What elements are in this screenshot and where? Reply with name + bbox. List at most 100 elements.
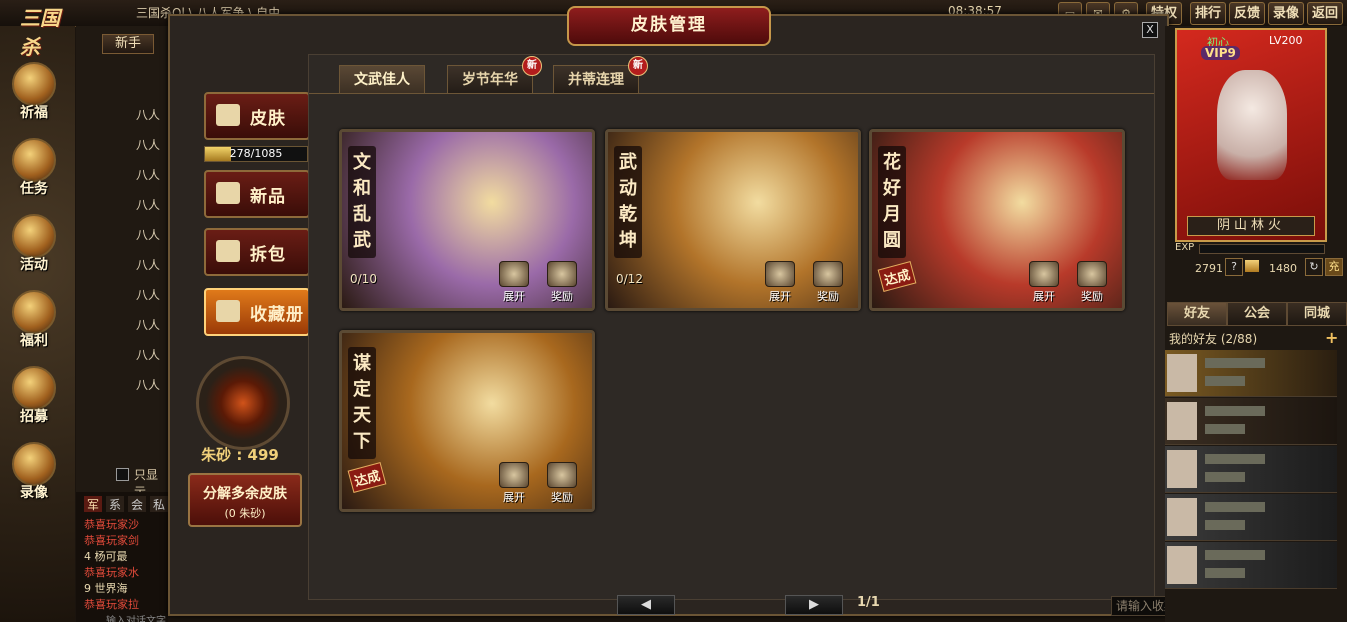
list-item[interactable]: 八人	[136, 376, 160, 393]
gem-icon	[196, 356, 290, 450]
list-item[interactable]: 八人	[136, 166, 160, 183]
list-item[interactable]: 八人	[136, 286, 160, 303]
feedback-button[interactable]: 反馈	[1229, 2, 1266, 25]
friend-item[interactable]	[1165, 350, 1337, 397]
collection-card[interactable]: 文和乱武 0/10 展开 奖励	[339, 129, 595, 311]
decompose-button[interactable]: 分解多余皮肤 (0 朱砂)	[188, 473, 302, 527]
decompose-label: 分解多余皮肤	[203, 486, 287, 502]
add-friend-button[interactable]: +	[1325, 328, 1338, 347]
reward-label: 奖励	[551, 290, 573, 303]
recruit-label: 招募	[20, 409, 48, 425]
menu-new-button[interactable]: 新品	[204, 170, 310, 218]
collection-content: 文武佳人 岁节年华新 并蒂连理新 文和乱武 0/10 展开 奖励 武动乾坤 0/…	[308, 54, 1269, 616]
refresh-icon[interactable]: ↻	[1305, 258, 1323, 276]
chat-line: 4 杨可最	[84, 550, 128, 563]
player-portrait: 初心 VIP9 LV200 阴山林火	[1175, 28, 1327, 242]
expand-label: 展开	[503, 491, 525, 504]
help-icon[interactable]: ?	[1225, 258, 1243, 276]
tab-local[interactable]: 同城	[1287, 302, 1347, 326]
friend-item[interactable]	[1165, 446, 1337, 493]
reward-icon	[547, 261, 577, 287]
ranking-button[interactable]: 排行	[1190, 2, 1227, 25]
pray-button[interactable]: 祈福	[6, 62, 62, 128]
chat-input[interactable]: 输入对话文字	[106, 612, 168, 622]
tab-suijie-nianhua[interactable]: 岁节年华新	[447, 56, 542, 94]
card-title: 花好月圆	[878, 146, 906, 258]
back-button[interactable]: 返回	[1307, 2, 1344, 25]
chat-tab-system[interactable]: 系	[106, 496, 124, 512]
collection-card[interactable]: 谋定天下 达成 展开 奖励	[339, 330, 595, 512]
reward-button[interactable]: 奖励	[810, 261, 846, 304]
friend-item[interactable]	[1165, 398, 1337, 445]
collection-card[interactable]: 花好月圆 达成 展开 奖励	[869, 129, 1125, 311]
exp-label: EXP	[1175, 242, 1195, 253]
expand-icon	[1029, 261, 1059, 287]
friend-name	[1205, 502, 1265, 512]
reward-label: 奖励	[551, 491, 573, 504]
tab-bingdi-lianli[interactable]: 并蒂连理新	[553, 56, 648, 94]
tab-friends[interactable]: 好友	[1167, 302, 1227, 326]
welfare-button[interactable]: 福利	[6, 290, 62, 356]
chat-tab-guild[interactable]: 会	[128, 496, 146, 512]
list-item[interactable]: 八人	[136, 196, 160, 213]
expand-label: 展开	[1033, 290, 1055, 303]
film-icon	[12, 442, 56, 486]
menu-unpack-button[interactable]: 拆包	[204, 228, 310, 276]
close-button[interactable]: X	[1142, 22, 1158, 38]
menu-skin-button[interactable]: 皮肤	[204, 92, 310, 140]
prev-page-button[interactable]: ◀	[617, 595, 675, 615]
skin-management-dialog: 皮肤管理 X 皮肤 278/1085 新品 拆包 收藏册 朱砂 : 499 分解…	[168, 6, 1269, 616]
zhusha-amount: 朱砂 : 499	[201, 446, 279, 464]
chat-line: 恭喜玩家水	[84, 566, 139, 579]
friend-name	[1205, 454, 1265, 464]
chat-tab-army[interactable]: 军	[84, 496, 102, 512]
expand-button[interactable]: 展开	[496, 261, 532, 304]
reward-button[interactable]: 奖励	[544, 462, 580, 505]
decompose-sub: (0 朱砂)	[224, 507, 266, 520]
expand-button[interactable]: 展开	[1026, 261, 1062, 304]
reward-icon	[1077, 261, 1107, 287]
currency-one: 2791	[1195, 262, 1223, 275]
exp-bar	[1199, 244, 1325, 254]
chat-line: 恭喜玩家沙	[84, 518, 139, 531]
list-item[interactable]: 八人	[136, 256, 160, 273]
new-badge: 新	[628, 56, 648, 76]
friend-item[interactable]	[1165, 542, 1337, 589]
list-item[interactable]: 八人	[136, 106, 160, 123]
expand-button[interactable]: 展开	[496, 462, 532, 505]
replay-side-label: 录像	[20, 485, 48, 501]
replay-side-button[interactable]: 录像	[6, 442, 62, 508]
event-button[interactable]: 活动	[6, 214, 62, 280]
treasure-icon	[12, 290, 56, 334]
collection-card[interactable]: 武动乾坤 0/12 展开 奖励	[605, 129, 861, 311]
expand-icon	[499, 462, 529, 488]
player-level: LV200	[1269, 34, 1303, 47]
replay-button[interactable]: 录像	[1268, 2, 1305, 25]
menu-collection-button[interactable]: 收藏册	[204, 288, 310, 336]
friend-name	[1205, 358, 1265, 368]
recharge-icon[interactable]: 充	[1325, 258, 1343, 276]
list-item[interactable]: 八人	[136, 316, 160, 333]
chat-tab-private[interactable]: 私	[150, 496, 168, 512]
tab-wenwu-jiaren[interactable]: 文武佳人	[339, 65, 425, 94]
lantern-icon	[12, 62, 56, 106]
task-button[interactable]: 任务	[6, 138, 62, 204]
expand-button[interactable]: 展开	[762, 261, 798, 304]
tab-newbie[interactable]: 新手	[102, 34, 154, 54]
reward-button[interactable]: 奖励	[544, 261, 580, 304]
avatar	[1167, 450, 1197, 488]
reward-button[interactable]: 奖励	[1074, 261, 1110, 304]
friend-item[interactable]	[1165, 494, 1337, 541]
menu-collection-label: 收藏册	[250, 305, 304, 325]
tab-guild[interactable]: 公会	[1227, 302, 1287, 326]
list-item[interactable]: 八人	[136, 226, 160, 243]
avatar	[1167, 354, 1197, 392]
list-item[interactable]: 八人	[136, 346, 160, 363]
friend-name	[1205, 550, 1265, 560]
pray-label: 祈福	[20, 105, 48, 121]
recruit-button[interactable]: 招募	[6, 366, 62, 432]
only-show-checkbox[interactable]	[116, 468, 129, 481]
friends-count: 我的好友 (2/88)	[1169, 332, 1258, 346]
next-page-button[interactable]: ▶	[785, 595, 843, 615]
list-item[interactable]: 八人	[136, 136, 160, 153]
